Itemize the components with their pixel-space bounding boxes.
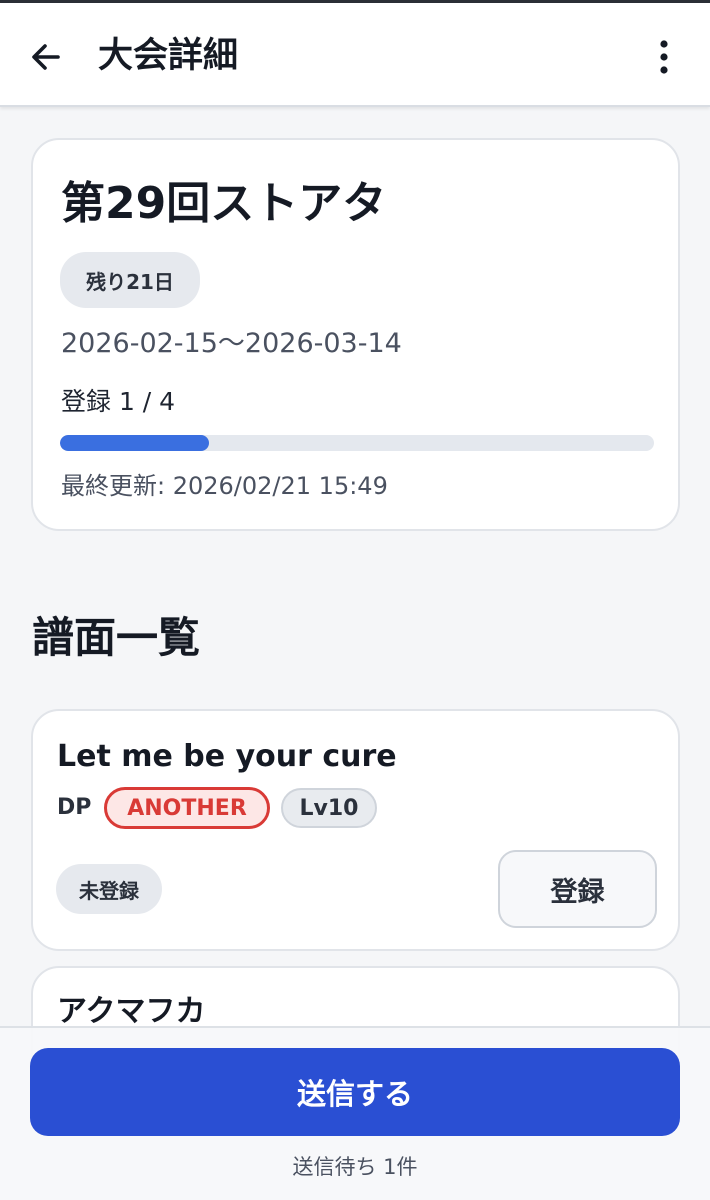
- arrow-left-icon: [32, 44, 60, 70]
- tournament-name: 第29回ストアタ: [61, 178, 387, 229]
- section-title: 譜面一覧: [32, 613, 201, 662]
- submit-button[interactable]: 送信する: [30, 1048, 680, 1136]
- difficulty-badge: ANOTHER: [104, 787, 270, 829]
- play-style-label: DP: [57, 795, 92, 820]
- status-badge: 未登録: [56, 864, 162, 914]
- more-menu-button[interactable]: [640, 33, 688, 81]
- registration-progress-bar: [60, 435, 654, 451]
- app-bar: 大会詳細: [0, 3, 710, 107]
- song-title: Let me be your cure: [57, 739, 397, 774]
- pending-count-text: 送信待ち 1件: [292, 1155, 418, 1179]
- days-left-badge: 残り21日: [60, 252, 200, 308]
- registration-progress-fill: [60, 435, 209, 451]
- more-vertical-icon: [660, 40, 668, 74]
- tournament-card: 第29回ストアタ 残り21日 2026-02-15〜2026-03-14 登録 …: [31, 138, 680, 531]
- level-badge: Lv10: [281, 788, 377, 828]
- register-button[interactable]: 登録: [498, 850, 657, 928]
- bottom-action-bar: 送信する 送信待ち 1件: [0, 1026, 710, 1200]
- registration-count: 登録 1 / 4: [61, 387, 176, 416]
- back-button[interactable]: [22, 33, 70, 81]
- last-updated: 最終更新: 2026/02/21 15:49: [61, 472, 388, 500]
- date-range: 2026-02-15〜2026-03-14: [61, 328, 402, 359]
- page-title: 大会詳細: [98, 36, 239, 76]
- song-card: Let me be your cure DP ANOTHER Lv10 未登録 …: [31, 709, 680, 951]
